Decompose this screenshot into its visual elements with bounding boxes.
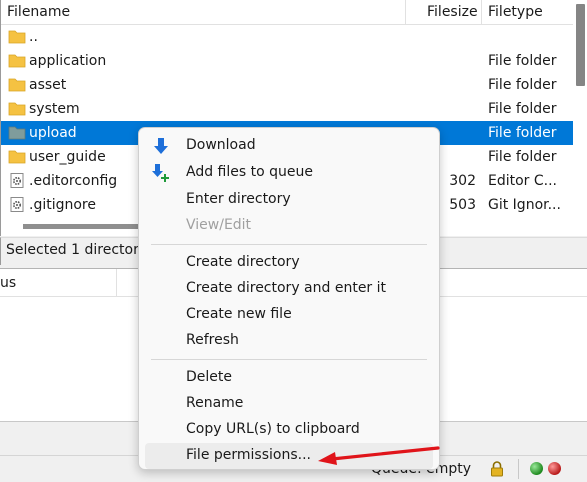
menu-label: Rename bbox=[186, 395, 244, 411]
file-type: File folder bbox=[488, 101, 557, 117]
menu-label: Create new file bbox=[186, 306, 292, 322]
menu-item-create-directory[interactable]: Create directory bbox=[145, 250, 433, 276]
menu-item-refresh[interactable]: Refresh bbox=[145, 328, 433, 354]
file-type: Git Ignor... bbox=[488, 197, 561, 213]
menu-item-add-to-queue[interactable]: Add files to queue bbox=[145, 160, 433, 186]
menu-item-rename[interactable]: Rename bbox=[145, 391, 433, 417]
annotation-arrow-icon bbox=[318, 446, 440, 465]
file-name: upload bbox=[29, 125, 77, 141]
vertical-scrollbar-thumb[interactable] bbox=[576, 4, 585, 86]
menu-item-create-new-file[interactable]: Create new file bbox=[145, 302, 433, 328]
menu-label: View/Edit bbox=[186, 217, 252, 233]
column-filetype[interactable]: Filetype bbox=[482, 0, 543, 25]
menu-label: Copy URL(s) to clipboard bbox=[186, 421, 360, 437]
receive-indicator-icon bbox=[548, 462, 561, 475]
send-indicator-icon bbox=[530, 462, 543, 475]
menu-label: File permissions... bbox=[186, 447, 311, 463]
gear-file-icon bbox=[10, 197, 24, 212]
file-row-application[interactable]: application File folder bbox=[1, 49, 587, 73]
menu-item-view-edit: View/Edit bbox=[145, 213, 433, 239]
menu-label: Create directory and enter it bbox=[186, 280, 387, 296]
file-name: user_guide bbox=[29, 149, 106, 165]
menu-label: Create directory bbox=[186, 254, 300, 270]
file-row-asset[interactable]: asset File folder bbox=[1, 73, 587, 97]
file-size: 302 bbox=[449, 173, 476, 189]
file-type: File folder bbox=[488, 125, 557, 141]
file-type: File folder bbox=[488, 53, 557, 69]
selection-status-text: Selected 1 directory. bbox=[6, 242, 150, 258]
column-filesize[interactable]: Filesize bbox=[421, 0, 478, 25]
folder-icon bbox=[8, 78, 26, 92]
folder-icon bbox=[8, 30, 26, 44]
file-name: .editorconfig bbox=[29, 173, 118, 189]
folder-icon bbox=[8, 126, 26, 140]
file-name: application bbox=[29, 53, 107, 69]
folder-icon bbox=[8, 54, 26, 68]
file-row-system[interactable]: system File folder bbox=[1, 97, 587, 121]
file-type: File folder bbox=[488, 149, 557, 165]
context-menu: Download Add files to queue Enter direct… bbox=[138, 127, 440, 470]
file-list-header: Filename ˇ Filesize Filetype bbox=[1, 0, 587, 25]
menu-separator bbox=[151, 244, 427, 245]
file-name: system bbox=[29, 101, 80, 117]
queue-column-status[interactable]: us bbox=[0, 275, 16, 291]
add-to-queue-icon bbox=[152, 164, 169, 182]
menu-label: Delete bbox=[186, 369, 232, 385]
menu-item-delete[interactable]: Delete bbox=[145, 365, 433, 391]
download-arrow-icon bbox=[154, 138, 168, 154]
file-type: File folder bbox=[488, 77, 557, 93]
file-name: .. bbox=[29, 29, 38, 45]
menu-item-download[interactable]: Download bbox=[145, 133, 433, 159]
menu-item-create-directory-enter[interactable]: Create directory and enter it bbox=[145, 276, 433, 302]
menu-label: Add files to queue bbox=[186, 164, 313, 180]
folder-icon bbox=[8, 102, 26, 116]
menu-label: Refresh bbox=[186, 332, 239, 348]
sort-indicator-icon: ˇ bbox=[198, 0, 204, 5]
file-row-parent[interactable]: .. bbox=[1, 25, 587, 49]
menu-separator bbox=[151, 359, 427, 360]
file-type: Editor C... bbox=[488, 173, 558, 189]
lock-icon[interactable] bbox=[490, 461, 504, 477]
menu-item-enter-directory[interactable]: Enter directory bbox=[145, 187, 433, 213]
file-size: 503 bbox=[449, 197, 476, 213]
menu-label: Enter directory bbox=[186, 191, 291, 207]
gear-file-icon bbox=[10, 173, 24, 188]
column-filename[interactable]: Filename bbox=[1, 0, 70, 25]
vertical-scrollbar[interactable] bbox=[573, 0, 587, 236]
file-name: .gitignore bbox=[29, 197, 96, 213]
file-name: asset bbox=[29, 77, 67, 93]
menu-label: Download bbox=[186, 137, 256, 153]
folder-icon bbox=[8, 150, 26, 164]
